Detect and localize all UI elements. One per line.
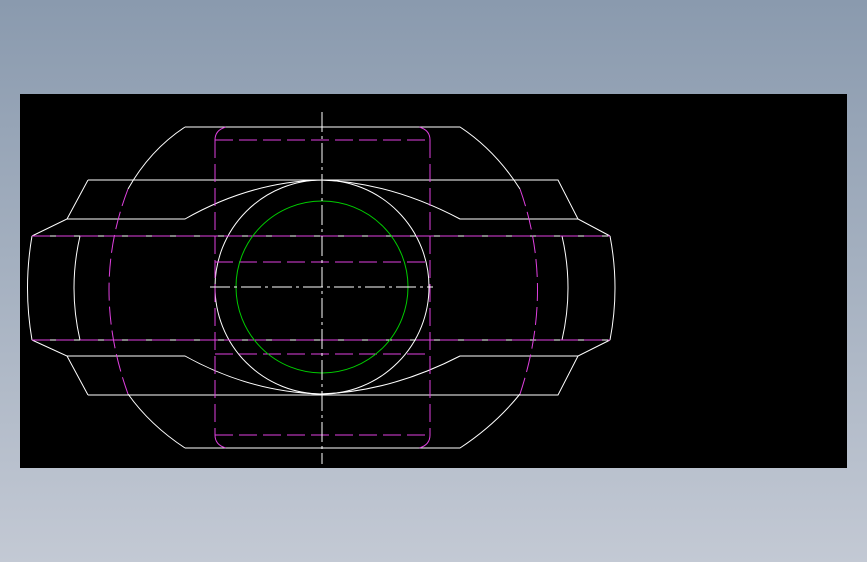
hidden-left-arc bbox=[108, 188, 129, 395]
bottom-flange-left-arc bbox=[127, 393, 186, 449]
left-end-inner bbox=[73, 235, 81, 341]
hidden-corner-br bbox=[418, 434, 431, 449]
left-end-outer bbox=[27, 235, 33, 341]
cad-drawing bbox=[27, 112, 616, 464]
hidden-corner-bl bbox=[214, 434, 227, 449]
cad-viewport[interactable] bbox=[20, 94, 847, 468]
hidden-corner-tl bbox=[214, 126, 227, 141]
right-end-outer bbox=[609, 235, 616, 341]
bottom-flange-outline bbox=[185, 393, 521, 449]
upper-band-left bbox=[31, 179, 89, 237]
right-end-inner bbox=[561, 235, 569, 341]
hidden-right-arc bbox=[519, 188, 538, 395]
hidden-corner-tr bbox=[418, 126, 431, 141]
app-background bbox=[0, 0, 867, 562]
upper-band bbox=[88, 179, 611, 237]
centerlines-layer bbox=[210, 112, 433, 464]
lower-band-left bbox=[31, 339, 89, 396]
